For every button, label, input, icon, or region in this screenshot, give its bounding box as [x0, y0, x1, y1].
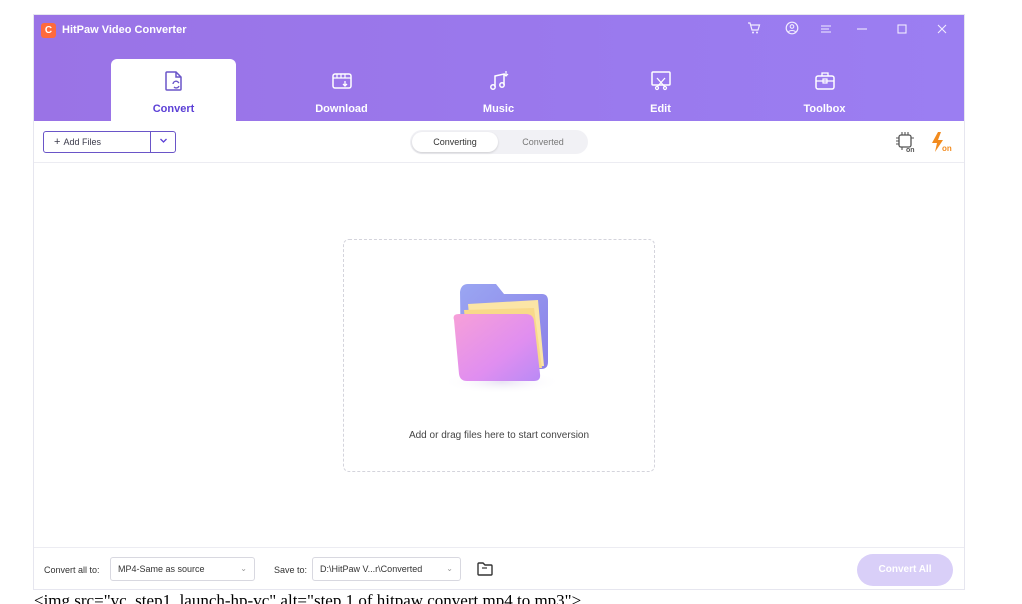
maximize-icon[interactable] [892, 21, 912, 41]
close-icon[interactable] [932, 21, 952, 41]
tab-edit[interactable]: Edit [598, 59, 723, 121]
download-icon [331, 73, 352, 89]
save-path-value: D:\HitPaw V...r\Converted [320, 564, 423, 574]
main-content: Add or drag files here to start conversi… [34, 164, 964, 547]
edit-icon [650, 71, 671, 91]
tab-music-label: Music [482, 103, 515, 115]
app-window: C HitPaw Video Converter Convert Downloa… [33, 14, 965, 590]
tab-convert[interactable]: Convert [111, 59, 236, 121]
page-caption: <img src="vc_step1_launch-hp-vc" alt="st… [34, 591, 582, 604]
convert-all-to-label: Convert all to: [44, 565, 100, 575]
dropzone-instruction: Add or drag files here to start conversi… [408, 430, 590, 441]
add-files-label: Add Files [63, 137, 101, 147]
tab-convert-label: Convert [152, 103, 195, 115]
plus-icon: + [54, 136, 61, 148]
footer-bar: Convert all to: MP4-Same as source ⌄ Sav… [34, 547, 964, 589]
tab-toolbox[interactable]: Toolbox [762, 59, 887, 121]
add-files-dropdown[interactable] [150, 131, 176, 153]
convert-icon [164, 71, 182, 91]
save-path-select[interactable]: D:\HitPaw V...r\Converted ⌄ [312, 557, 461, 581]
tab-music[interactable]: Music [436, 59, 561, 121]
cart-icon[interactable] [744, 21, 764, 41]
convert-all-button[interactable]: Convert All [857, 554, 953, 586]
output-format-value: MP4-Same as source [118, 564, 205, 574]
app-title: HitPaw Video Converter [62, 24, 187, 36]
chevron-down-icon: ⌄ [240, 564, 247, 573]
minimize-icon[interactable] [852, 21, 872, 41]
chevron-down-icon: ⌄ [446, 564, 453, 573]
toolbox-icon [814, 72, 835, 90]
save-to-label: Save to: [274, 565, 308, 575]
account-icon[interactable] [782, 21, 802, 41]
folder-icon [442, 284, 562, 394]
add-files-button[interactable]: + Add Files [43, 131, 151, 153]
tab-converting[interactable]: Converting [412, 132, 498, 152]
file-dropzone[interactable]: Add or drag files here to start conversi… [343, 239, 655, 472]
hardware-acceleration-icon[interactable]: on [895, 131, 917, 154]
output-format-select[interactable]: MP4-Same as source ⌄ [110, 557, 255, 581]
hw-accel-badge: on [906, 147, 915, 153]
tab-download-label: Download [315, 103, 368, 115]
tab-download[interactable]: Download [279, 59, 404, 121]
header: C HitPaw Video Converter Convert Downloa… [34, 15, 964, 121]
menu-icon[interactable] [816, 21, 836, 41]
tab-toolbox-label: Toolbox [803, 103, 846, 115]
chevron-down-icon [159, 138, 167, 143]
titlebar: C HitPaw Video Converter [34, 15, 964, 47]
tab-edit-label: Edit [650, 103, 671, 115]
conversion-status-toggle: Converting Converted [410, 130, 588, 154]
app-logo-icon: C [41, 23, 56, 38]
boost-icon[interactable]: on [929, 131, 955, 153]
boost-badge: on [942, 144, 952, 153]
music-icon [489, 71, 508, 90]
tab-converted[interactable]: Converted [500, 132, 586, 152]
open-folder-icon[interactable] [476, 561, 494, 577]
main-tabs: Convert Download Music Edit Toolbox [34, 59, 964, 121]
toolbar: + Add Files Converting Converted on on [34, 121, 964, 163]
